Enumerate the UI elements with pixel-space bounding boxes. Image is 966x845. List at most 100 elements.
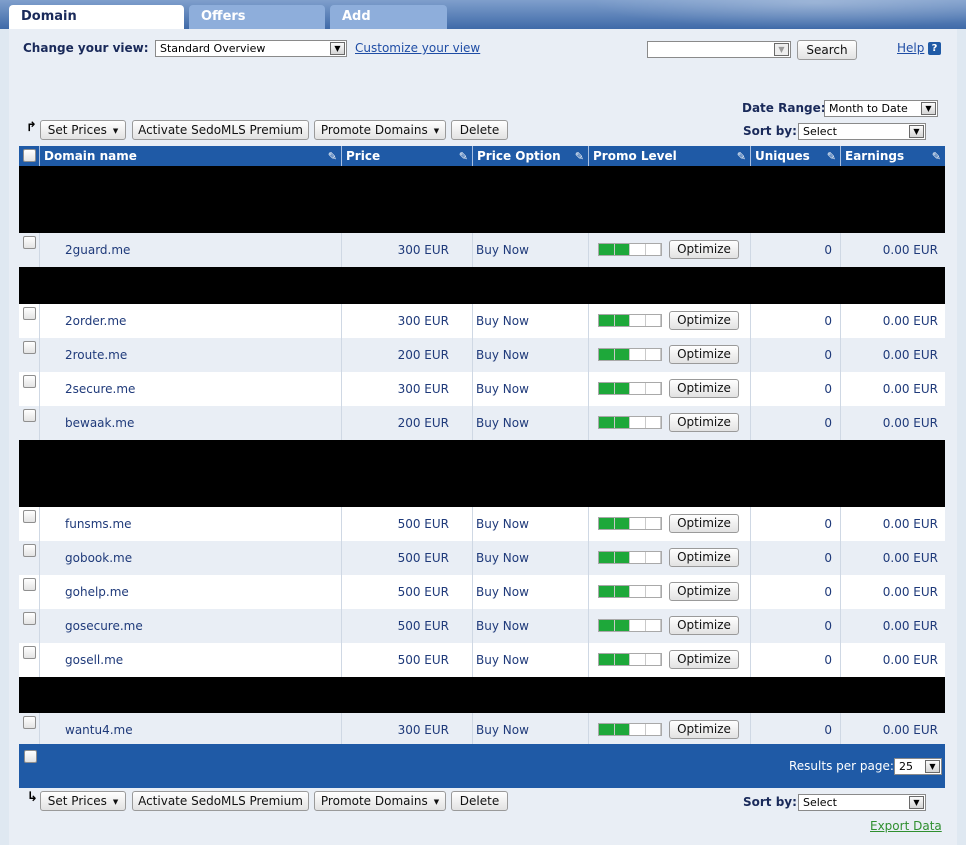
optimize-button[interactable]: Optimize xyxy=(669,582,739,601)
select-all-checkbox[interactable] xyxy=(23,149,36,162)
earnings-cell: 0.00 EUR xyxy=(882,348,938,362)
optimize-button[interactable]: Optimize xyxy=(669,720,739,739)
optimize-button[interactable]: Optimize xyxy=(669,379,739,398)
delete-button-bottom[interactable]: Delete xyxy=(451,791,508,811)
domain-link[interactable]: wantu4.me xyxy=(65,723,133,737)
domain-link[interactable]: gobook.me xyxy=(65,551,132,565)
view-select[interactable]: Standard Overview ▼ xyxy=(155,40,347,57)
domain-link[interactable]: gohelp.me xyxy=(65,585,129,599)
results-per-page-select[interactable]: 25 ▼ xyxy=(894,758,942,775)
col-promo-level[interactable]: Promo Level ✎ xyxy=(589,146,751,166)
domain-name-cell[interactable]: wantu4.me xyxy=(40,713,342,747)
col-price-option[interactable]: Price Option ✎ xyxy=(473,146,589,166)
earnings-cell: 0.00 EUR xyxy=(882,551,938,565)
promote-domains-button-bottom[interactable]: Promote Domains ▼ xyxy=(314,791,446,811)
domain-name-cell[interactable]: bewaak.me xyxy=(40,406,342,440)
help-icon[interactable]: ? xyxy=(928,42,941,55)
footer-select-all-checkbox[interactable] xyxy=(24,750,37,763)
row-checkbox[interactable] xyxy=(23,578,36,591)
tab-offers-received[interactable]: Offers Received xyxy=(189,5,325,48)
col-promo-label: Promo Level xyxy=(593,149,677,163)
pencil-icon[interactable]: ✎ xyxy=(459,147,468,167)
date-range-select[interactable]: Month to Date ▼ xyxy=(824,100,938,117)
promo-level-cell: Optimize xyxy=(589,609,751,643)
row-checkbox[interactable] xyxy=(23,510,36,523)
tab-domain-management[interactable]: Domain Management xyxy=(9,5,184,48)
row-checkbox[interactable] xyxy=(23,375,36,388)
promote-domains-button[interactable]: Promote Domains ▼ xyxy=(314,120,446,140)
price-option-cell: Buy Now xyxy=(473,541,589,575)
optimize-button[interactable]: Optimize xyxy=(669,240,739,259)
promo-segment xyxy=(614,724,630,735)
col-domain-name[interactable]: Domain name ✎ xyxy=(40,146,342,166)
domain-link[interactable]: gosell.me xyxy=(65,653,123,667)
promo-segment xyxy=(599,586,615,597)
activate-premium-button[interactable]: Activate SedoMLS Premium xyxy=(132,120,309,140)
export-data-link[interactable]: Export Data xyxy=(870,819,942,833)
search-button[interactable]: Search xyxy=(797,40,857,60)
promo-level-bar xyxy=(598,243,662,256)
domain-name-cell[interactable]: 2order.me xyxy=(40,304,342,338)
pencil-icon[interactable]: ✎ xyxy=(737,147,746,167)
col-earnings[interactable]: Earnings ✎ xyxy=(841,146,945,166)
row-checkbox[interactable] xyxy=(23,544,36,557)
sort-by-select-bottom[interactable]: Select ▼ xyxy=(798,794,926,811)
domain-name-cell[interactable]: gosell.me xyxy=(40,643,342,677)
col-uniques-label: Uniques xyxy=(755,149,810,163)
caret-down-icon: ▼ xyxy=(112,798,119,806)
domain-link[interactable]: funsms.me xyxy=(65,517,132,531)
optimize-button[interactable]: Optimize xyxy=(669,311,739,330)
row-select-cell xyxy=(19,233,40,267)
customize-view-link[interactable]: Customize your view xyxy=(355,41,480,55)
domain-name-cell[interactable]: 2route.me xyxy=(40,338,342,372)
uniques-cell: 0 xyxy=(751,233,841,267)
domain-name-cell[interactable]: 2secure.me xyxy=(40,372,342,406)
optimize-button[interactable]: Optimize xyxy=(669,548,739,567)
domain-name-cell[interactable]: gobook.me xyxy=(40,541,342,575)
delete-button[interactable]: Delete xyxy=(451,120,508,140)
help-link[interactable]: Help xyxy=(897,41,924,55)
row-checkbox[interactable] xyxy=(23,716,36,729)
row-checkbox[interactable] xyxy=(23,646,36,659)
select-all-cell xyxy=(19,146,40,166)
pencil-icon[interactable]: ✎ xyxy=(575,147,584,167)
sort-by-select[interactable]: Select ▼ xyxy=(798,123,926,140)
pencil-icon[interactable]: ✎ xyxy=(827,147,836,167)
domain-name-cell[interactable]: 2guard.me xyxy=(40,233,342,267)
domain-link[interactable]: 2secure.me xyxy=(65,382,135,396)
col-uniques[interactable]: Uniques ✎ xyxy=(751,146,841,166)
optimize-button[interactable]: Optimize xyxy=(669,650,739,669)
row-select-cell xyxy=(19,338,40,372)
date-range-value: Month to Date xyxy=(829,102,908,115)
tab-add-domains[interactable]: Add Domains xyxy=(330,5,447,48)
row-checkbox[interactable] xyxy=(23,236,36,249)
set-prices-button[interactable]: Set Prices ▼ xyxy=(40,120,126,140)
optimize-button[interactable]: Optimize xyxy=(669,616,739,635)
pencil-icon[interactable]: ✎ xyxy=(328,147,337,167)
optimize-button[interactable]: Optimize xyxy=(669,345,739,364)
optimize-button[interactable]: Optimize xyxy=(669,413,739,432)
domain-link[interactable]: 2route.me xyxy=(65,348,127,362)
table-row: gobook.me 500 EUR Buy Now Optimize 0 0.00 EUR xyxy=(19,541,945,575)
domain-name-cell[interactable]: gohelp.me xyxy=(40,575,342,609)
activate-premium-button-bottom[interactable]: Activate SedoMLS Premium xyxy=(132,791,309,811)
search-input[interactable]: ▼ xyxy=(647,41,791,58)
promo-segment xyxy=(646,724,661,735)
set-prices-button-bottom[interactable]: Set Prices ▼ xyxy=(40,791,126,811)
row-checkbox[interactable] xyxy=(23,612,36,625)
price-cell: 200 EUR xyxy=(342,406,473,440)
domain-link[interactable]: 2guard.me xyxy=(65,243,130,257)
row-checkbox[interactable] xyxy=(23,341,36,354)
row-checkbox[interactable] xyxy=(23,409,36,422)
promo-segment xyxy=(599,620,615,631)
domain-name-cell[interactable]: gosecure.me xyxy=(40,609,342,643)
domain-link[interactable]: bewaak.me xyxy=(65,416,134,430)
pencil-icon[interactable]: ✎ xyxy=(932,147,941,167)
col-price[interactable]: Price ✎ xyxy=(342,146,473,166)
row-checkbox[interactable] xyxy=(23,307,36,320)
earnings-cell: 0.00 EUR xyxy=(882,382,938,396)
domain-name-cell[interactable]: funsms.me xyxy=(40,507,342,541)
optimize-button[interactable]: Optimize xyxy=(669,514,739,533)
domain-link[interactable]: 2order.me xyxy=(65,314,126,328)
domain-link[interactable]: gosecure.me xyxy=(65,619,143,633)
